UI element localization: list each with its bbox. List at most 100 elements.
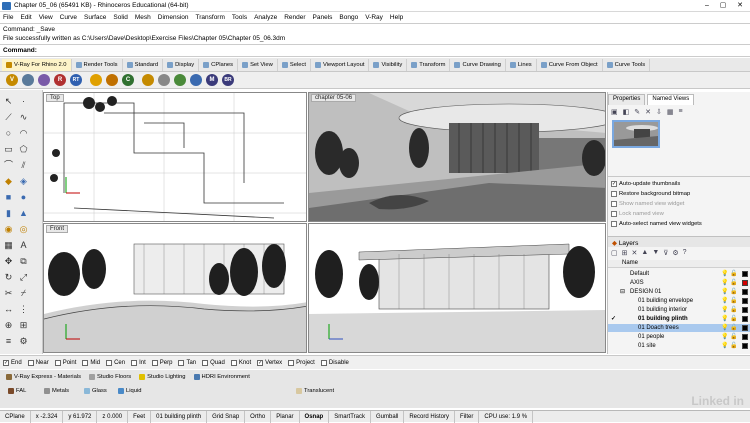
tab-curve-tools[interactable]: Curve Tools bbox=[603, 58, 651, 71]
move-down-icon[interactable]: ▼ bbox=[652, 249, 659, 258]
osnap-point[interactable]: Point bbox=[54, 359, 76, 366]
mesh-icon[interactable]: ▦ bbox=[3, 240, 14, 251]
filter-icon[interactable]: ⊽ bbox=[663, 249, 668, 258]
visibility-bulb-icon[interactable]: 💡 bbox=[721, 270, 728, 278]
checkbox[interactable]: ✓ bbox=[611, 181, 617, 187]
material-metals[interactable]: Metals bbox=[44, 388, 69, 394]
viewport-top[interactable]: Top bbox=[43, 92, 307, 222]
proxy-icon[interactable] bbox=[158, 74, 170, 86]
osnap-perp[interactable]: Perp bbox=[151, 359, 172, 366]
material-glass[interactable]: Glass bbox=[84, 388, 107, 394]
osnap-tan[interactable]: Tan bbox=[178, 359, 196, 366]
osnap-end[interactable]: ✓ End bbox=[3, 359, 22, 366]
restore-view-icon[interactable]: ◧ bbox=[623, 108, 630, 118]
material-fal[interactable]: FAL bbox=[8, 388, 26, 394]
cylinder-icon[interactable]: ▮ bbox=[3, 208, 14, 219]
tab-vray[interactable]: V-Ray For Rhino 2.0 bbox=[2, 58, 72, 71]
point-icon[interactable]: · bbox=[18, 96, 29, 107]
split-icon[interactable]: ⌿ bbox=[18, 288, 29, 299]
visibility-bulb-icon[interactable]: 💡 bbox=[721, 342, 728, 350]
checkbox[interactable]: ✓ bbox=[257, 359, 264, 366]
layer-row[interactable]: AXIS 💡 🔓 bbox=[608, 279, 750, 287]
status-item[interactable]: 01 building plinth bbox=[151, 410, 208, 423]
thumbnail-view-icon[interactable]: ▦ bbox=[667, 108, 674, 118]
trim-icon[interactable]: ✂ bbox=[3, 288, 14, 299]
named-view-thumbnail[interactable] bbox=[612, 120, 660, 148]
tab-select[interactable]: Select bbox=[278, 58, 311, 71]
menu-solid[interactable]: Solid bbox=[113, 14, 127, 21]
new-layer-icon[interactable]: ▢ bbox=[611, 249, 618, 258]
tab-cplanes[interactable]: CPlanes bbox=[199, 58, 239, 71]
polygon-icon[interactable]: ⬠ bbox=[18, 144, 29, 155]
checkbox[interactable] bbox=[320, 359, 327, 366]
viewport-right[interactable] bbox=[308, 223, 606, 353]
checkbox[interactable] bbox=[288, 359, 295, 366]
menu-tools[interactable]: Tools bbox=[232, 14, 247, 21]
tab-hdri-environment[interactable]: HDRI Environment bbox=[193, 374, 250, 380]
viewport-front[interactable]: Front bbox=[43, 223, 307, 353]
checkbox[interactable] bbox=[106, 359, 113, 366]
checkbox[interactable] bbox=[178, 359, 185, 366]
auto-update-thumbnails-option[interactable]: ✓ Auto-update thumbnails bbox=[611, 181, 680, 187]
loft-icon[interactable]: ◈ bbox=[18, 176, 29, 187]
move-icon[interactable]: ✥ bbox=[3, 256, 14, 267]
camera-icon[interactable]: C bbox=[122, 74, 134, 86]
collapse-icon[interactable]: ⊟ bbox=[620, 288, 625, 296]
checkbox[interactable] bbox=[151, 359, 158, 366]
layer-color-swatch[interactable] bbox=[742, 316, 748, 322]
boolean-union-icon[interactable]: ◉ bbox=[3, 224, 14, 235]
batch-render-icon[interactable]: BR bbox=[222, 74, 234, 86]
boolean-difference-icon[interactable]: ◎ bbox=[18, 224, 29, 235]
lock-icon[interactable]: 🔓 bbox=[730, 279, 737, 287]
layer-row[interactable]: ✓ 01 building plinth 💡 🔓 bbox=[608, 315, 750, 323]
new-sublayer-icon[interactable]: ⊞ bbox=[622, 249, 628, 258]
material-editor-icon[interactable] bbox=[142, 74, 154, 86]
text-icon[interactable]: A bbox=[18, 240, 29, 251]
vray-options-icon[interactable] bbox=[22, 74, 34, 86]
menu-curve[interactable]: Curve bbox=[60, 14, 77, 21]
menu-edit[interactable]: Edit bbox=[20, 14, 31, 21]
restore-background-option[interactable]: Restore background bitmap bbox=[611, 191, 690, 197]
surface-icon[interactable]: ◆ bbox=[3, 176, 14, 187]
osnap-vertex[interactable]: ✓ Vertex bbox=[257, 359, 282, 366]
osnap-disable[interactable]: Disable bbox=[320, 359, 349, 366]
layer-color-swatch[interactable] bbox=[742, 280, 748, 286]
visibility-bulb-icon[interactable]: 💡 bbox=[721, 315, 728, 323]
copy-icon[interactable]: ⧉ bbox=[18, 256, 29, 267]
extrude-icon[interactable]: ▲ bbox=[18, 208, 29, 219]
analyze-icon[interactable]: ⊕ bbox=[3, 320, 14, 331]
save-view-icon[interactable]: ▣ bbox=[611, 108, 618, 118]
status-item[interactable]: Record History bbox=[404, 410, 456, 423]
vray-render-icon[interactable]: V bbox=[6, 74, 18, 86]
menu-render[interactable]: Render bbox=[284, 14, 305, 21]
layer-color-swatch[interactable] bbox=[742, 325, 748, 331]
osnap-near[interactable]: Near bbox=[27, 359, 49, 366]
layer-row[interactable]: 01 building interior 💡 🔓 bbox=[608, 306, 750, 314]
auto-select-widgets-option[interactable]: Auto-select named view widgets bbox=[611, 221, 702, 227]
status-item[interactable]: Osnap bbox=[300, 410, 330, 423]
layer-color-swatch[interactable] bbox=[742, 298, 748, 304]
array-icon[interactable]: ⋮ bbox=[18, 304, 29, 315]
layer-color-swatch[interactable] bbox=[742, 289, 748, 295]
delete-view-icon[interactable]: ✕ bbox=[645, 108, 651, 118]
box-icon[interactable]: ■ bbox=[3, 192, 14, 203]
layer-color-swatch[interactable] bbox=[742, 307, 748, 313]
status-item[interactable]: Planar bbox=[271, 410, 300, 423]
lock-icon[interactable]: 🔓 bbox=[730, 315, 737, 323]
layer-row[interactable]: 01 people 💡 🔓 bbox=[608, 333, 750, 341]
layer-color-swatch[interactable] bbox=[742, 334, 748, 340]
tab-studio-floors[interactable]: Studio Floors bbox=[89, 374, 131, 380]
tab-viewport-layout[interactable]: Viewport Layout bbox=[311, 58, 370, 71]
menu-transform[interactable]: Transform bbox=[196, 14, 225, 21]
tab-visibility[interactable]: Visibility bbox=[369, 58, 408, 71]
menu-mesh[interactable]: Mesh bbox=[135, 14, 151, 21]
osnap-mid[interactable]: Mid bbox=[82, 359, 100, 366]
visibility-bulb-icon[interactable]: 💡 bbox=[721, 306, 728, 314]
select-arrow-icon[interactable]: ↖ bbox=[3, 96, 14, 107]
viewport-label-front[interactable]: Front bbox=[46, 225, 69, 233]
menu-panels[interactable]: Panels bbox=[313, 14, 333, 21]
lock-icon[interactable]: 🔓 bbox=[730, 306, 737, 314]
light-icon[interactable] bbox=[90, 74, 102, 86]
import-view-icon[interactable]: ⇩ bbox=[656, 108, 662, 118]
delete-layer-icon[interactable]: ✕ bbox=[632, 249, 638, 258]
